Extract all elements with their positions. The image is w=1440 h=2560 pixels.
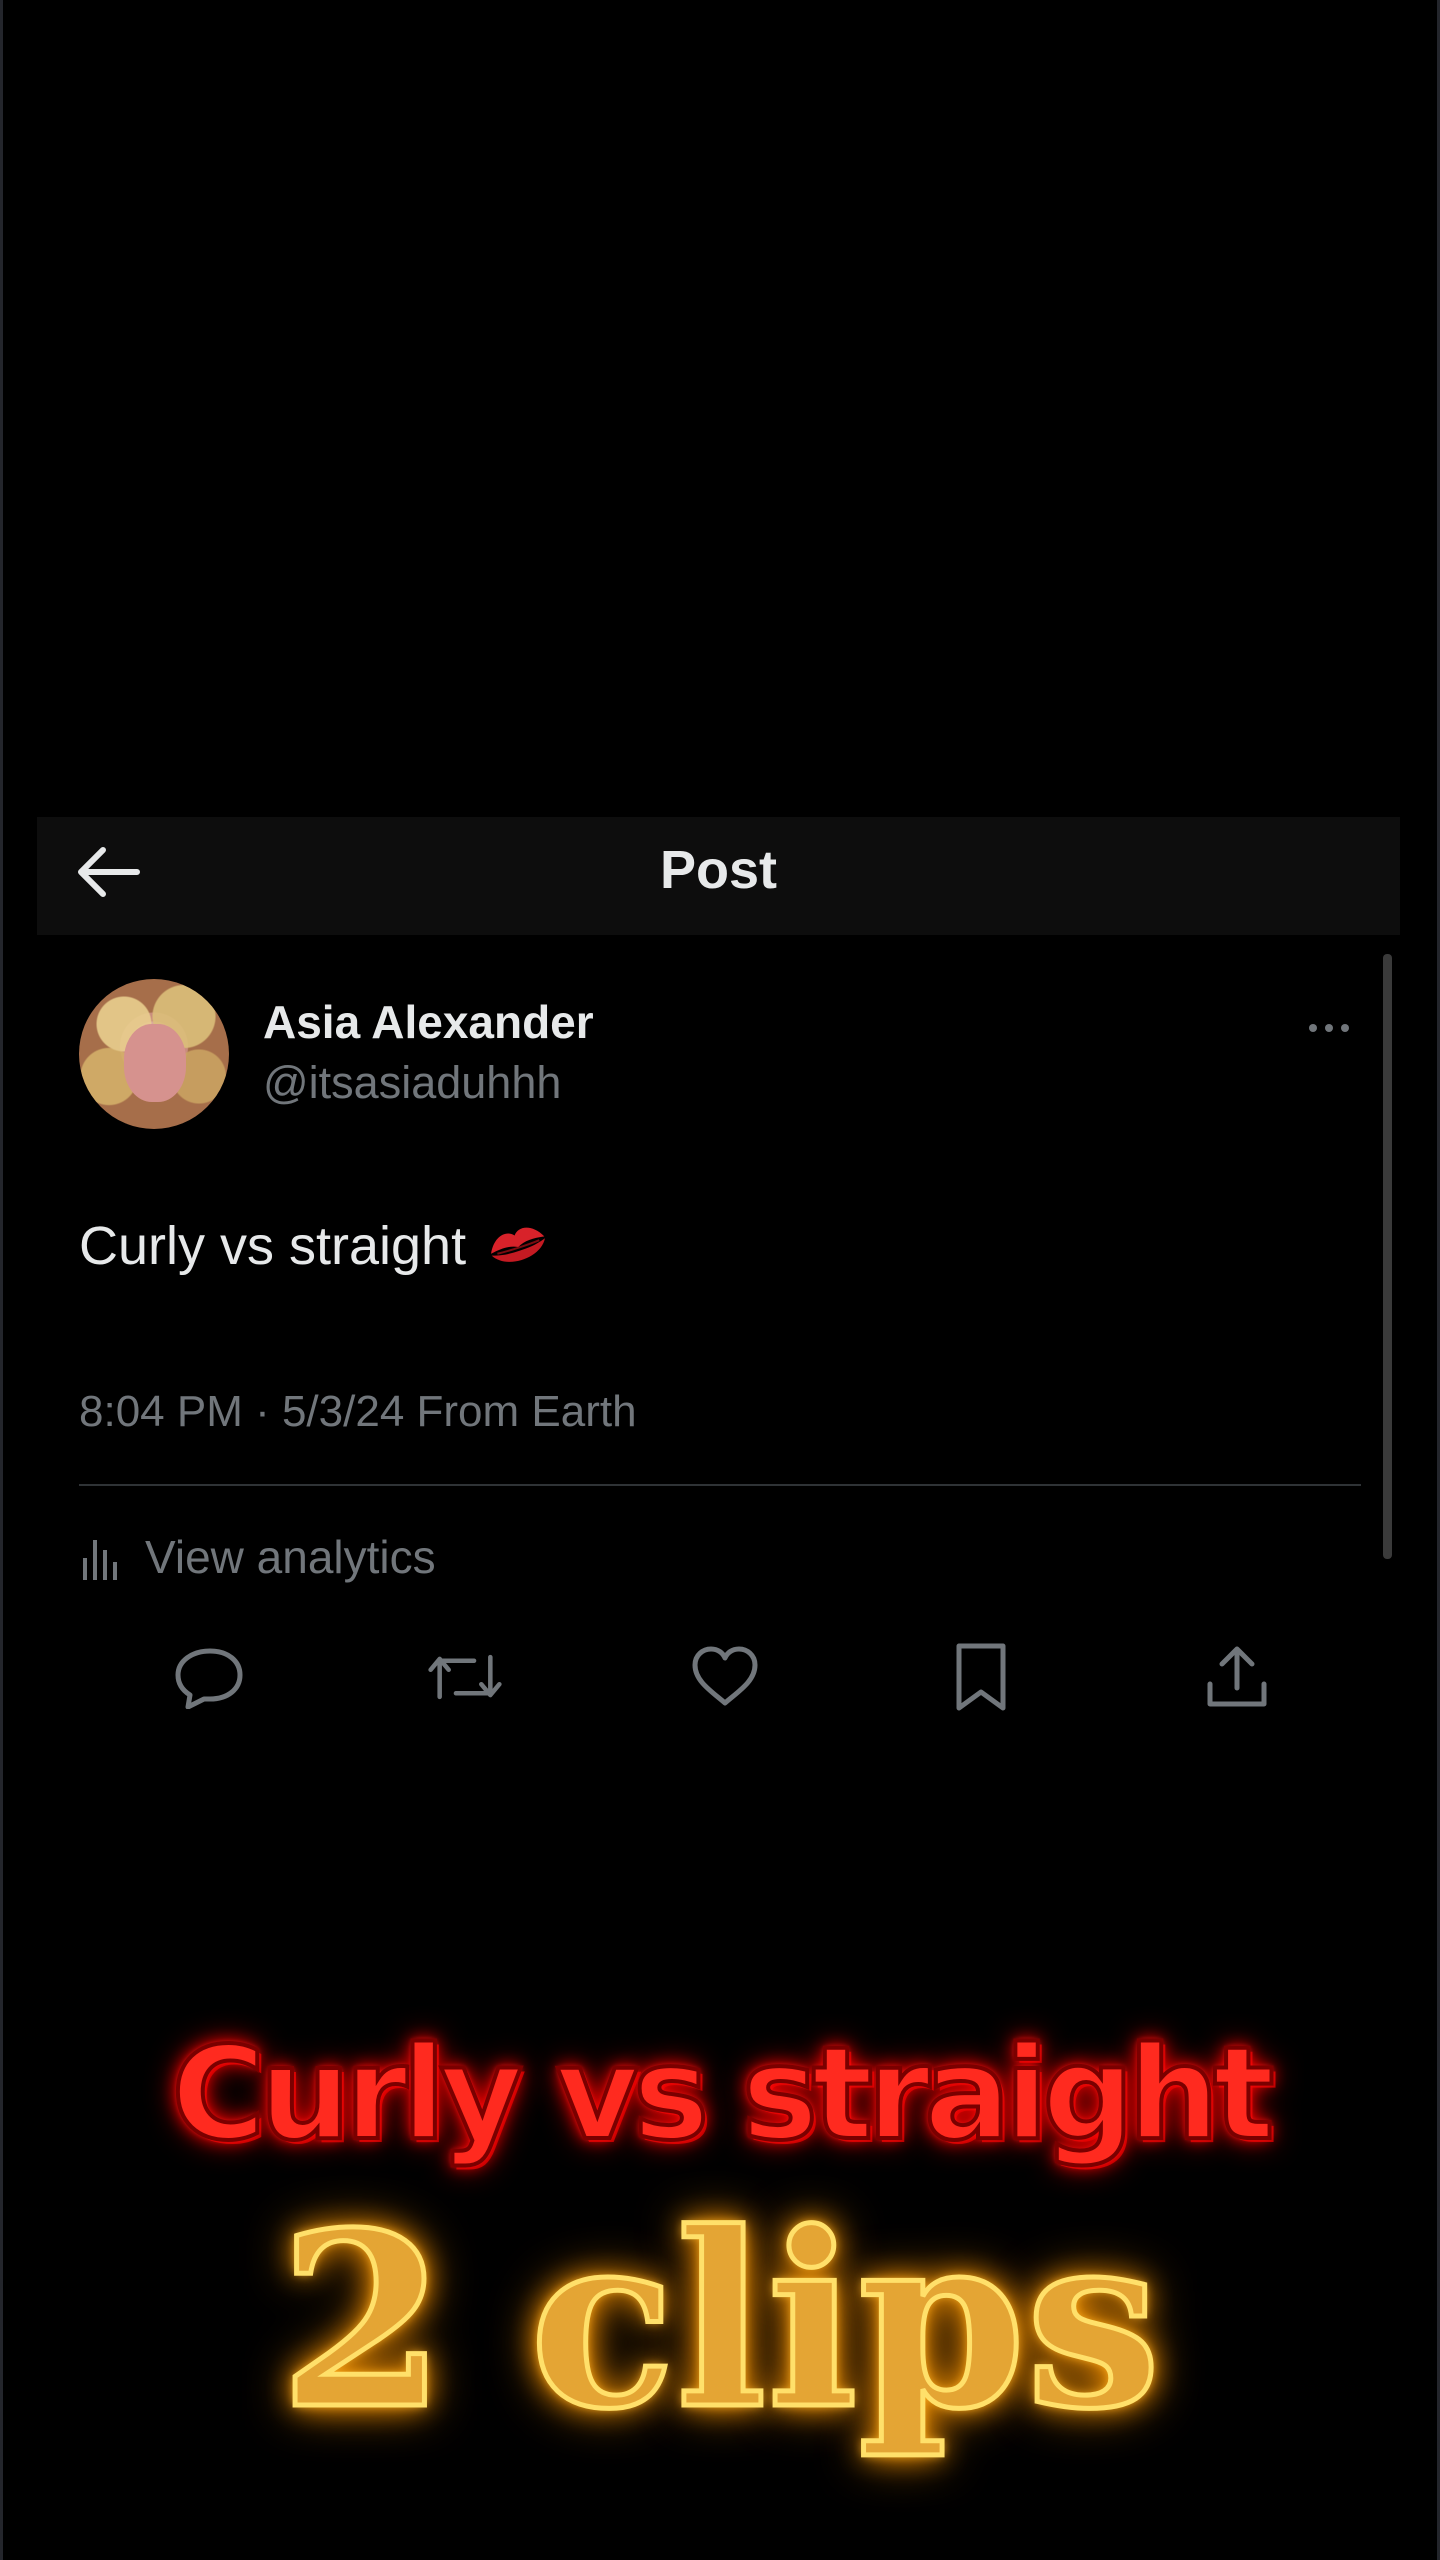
overlay-caption-subtitle: 2 clips (277, 2178, 1164, 2465)
kiss-mark-icon (491, 1227, 546, 1262)
more-dot-icon (1309, 1024, 1317, 1032)
avatar-face (124, 1024, 186, 1102)
repost-button[interactable] (427, 1642, 503, 1712)
overlay-caption-title: Curly vs straight (170, 2018, 1277, 2171)
top-bar: Post (37, 817, 1400, 935)
bookmark-button[interactable] (943, 1642, 1019, 1712)
avatar[interactable] (79, 979, 229, 1129)
tweet-body: Curly vs straight (79, 1215, 550, 1277)
analytics-label: View analytics (145, 1531, 436, 1583)
share-icon (1207, 1646, 1267, 1707)
tweet-text: Curly vs straight (79, 1216, 467, 1276)
tweet-timestamp[interactable]: 8:04 PM · 5/3/24 From Earth (79, 1387, 637, 1437)
divider (79, 1484, 1361, 1486)
scrollbar[interactable] (1383, 954, 1392, 1559)
like-icon (692, 1646, 758, 1706)
bookmark-icon (956, 1643, 1006, 1711)
action-bar (37, 1642, 1400, 1712)
more-options-button[interactable] (1299, 1013, 1359, 1043)
share-button[interactable] (1199, 1642, 1275, 1712)
author-handle[interactable]: @itsasiaduhhh (263, 1057, 561, 1109)
page-title: Post (659, 840, 778, 900)
author-name[interactable]: Asia Alexander (263, 995, 594, 1049)
view-analytics-link[interactable]: View analytics (79, 1529, 436, 1585)
analytics-icon (83, 1540, 117, 1580)
reply-button[interactable] (171, 1642, 247, 1712)
reply-icon (175, 1648, 243, 1709)
post-card: Post Asia Alexander @itsasiaduhhh Curly … (37, 817, 1400, 1747)
frame-edge-left (0, 0, 3, 2560)
repost-icon (428, 1654, 502, 1700)
like-button[interactable] (687, 1642, 763, 1712)
more-dot-icon (1341, 1024, 1349, 1032)
more-dot-icon (1325, 1024, 1333, 1032)
